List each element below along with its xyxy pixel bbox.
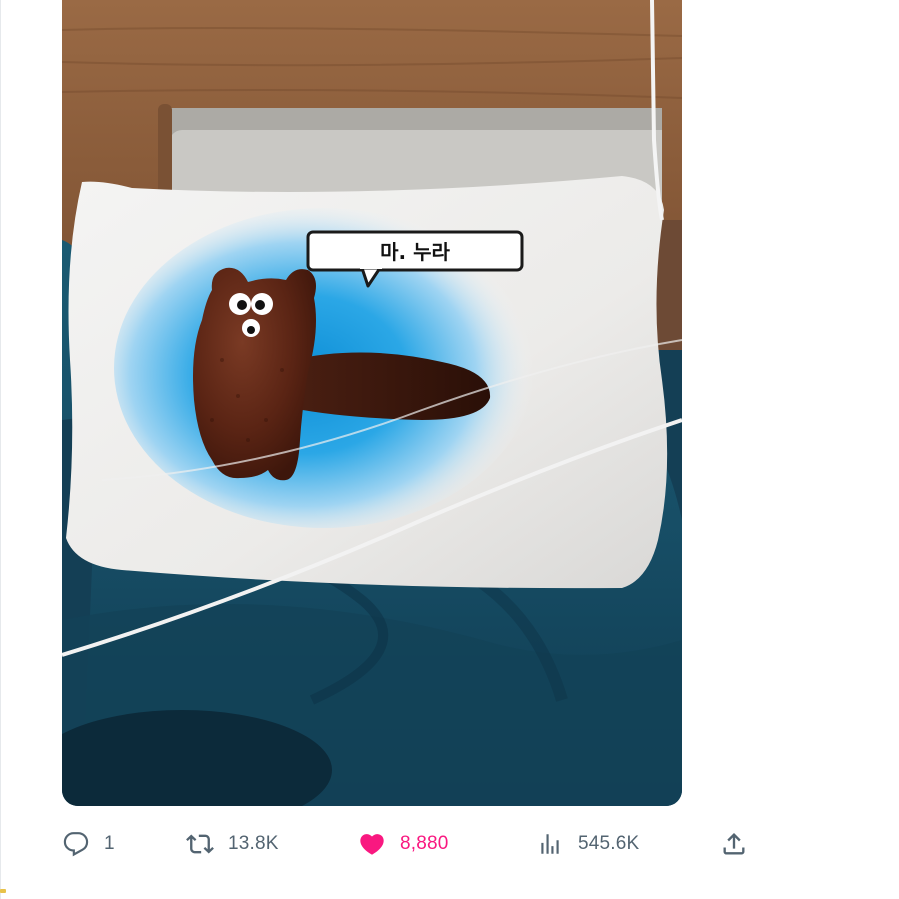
retweet-icon: [186, 830, 214, 858]
tweet-action-bar: 1 13.8K 8,880 545.6K: [0, 820, 899, 868]
reply-count: 1: [104, 833, 115, 854]
tweet-detail-view: 마. 누라 1 13.8K 8,880 545.6K: [0, 0, 899, 899]
views-button[interactable]: 545.6K: [536, 820, 639, 868]
like-count: 8,880: [400, 833, 449, 854]
emoji-fragment: [0, 889, 6, 893]
share-button[interactable]: [720, 820, 748, 868]
views-icon: [536, 830, 564, 858]
speech-bubble-text: 마. 누라: [380, 240, 450, 264]
retweet-count: 13.8K: [228, 833, 279, 854]
views-count: 545.6K: [578, 833, 640, 854]
column-border: [0, 0, 1, 899]
pillow-photo: 마. 누라: [62, 0, 682, 806]
tweet-media-photo[interactable]: 마. 누라: [62, 0, 682, 806]
like-button[interactable]: 8,880: [358, 820, 449, 868]
reply-icon: [62, 830, 90, 858]
heart-icon: [358, 830, 386, 858]
reply-button[interactable]: 1: [62, 820, 115, 868]
share-icon: [720, 830, 748, 858]
retweet-button[interactable]: 13.8K: [186, 820, 279, 868]
